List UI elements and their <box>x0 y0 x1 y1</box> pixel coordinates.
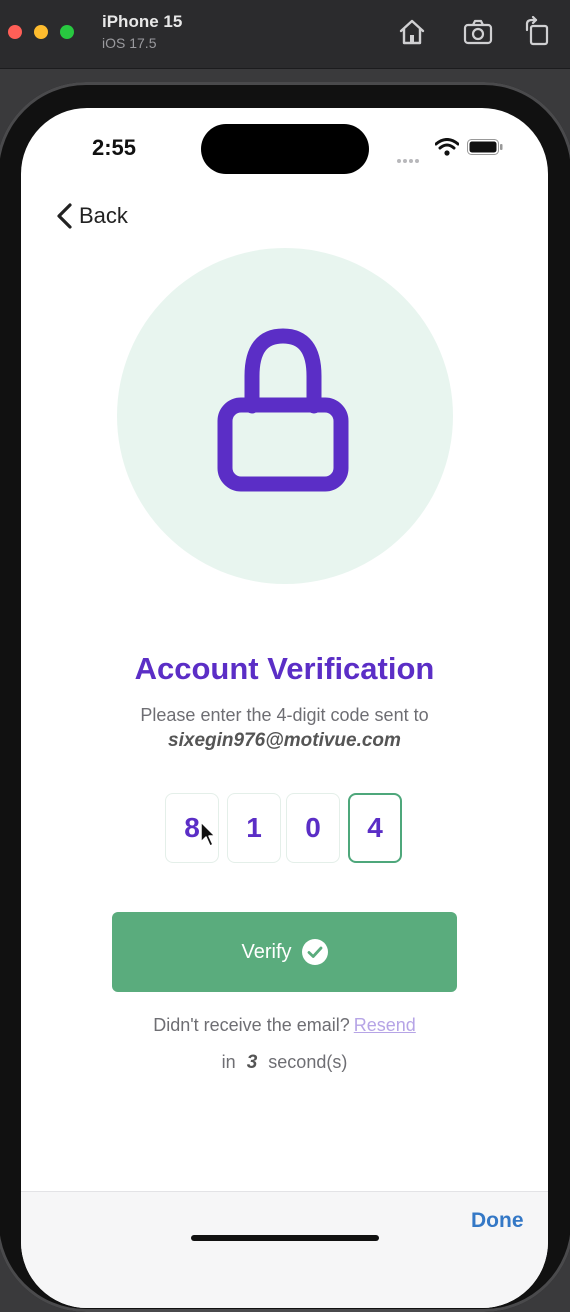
instruction-text: Please enter the 4-digit code sent to <box>140 705 429 725</box>
minimize-window-button[interactable] <box>34 25 48 39</box>
status-time: 2:55 <box>92 135 137 160</box>
checkmark-circle-icon <box>301 939 328 965</box>
countdown-prefix: in <box>221 1052 236 1072</box>
recipient-email: sixegin976@motivue.com <box>168 730 401 751</box>
battery-icon <box>467 139 503 155</box>
zoom-window-button[interactable] <box>60 25 74 39</box>
cellular-signal-icon <box>397 150 421 168</box>
rotate-icon[interactable] <box>522 16 554 48</box>
verify-label: Verify <box>241 940 292 963</box>
screenshot-icon[interactable] <box>462 16 494 48</box>
device-name: iPhone 15 <box>102 12 183 31</box>
back-label: Back <box>79 203 128 228</box>
home-icon[interactable] <box>396 16 428 48</box>
verify-button[interactable]: Verify <box>112 912 457 992</box>
phone-screen: 2:55 Back Account Verification Please en… <box>21 108 548 1308</box>
countdown-value: 3 <box>246 1052 258 1073</box>
mouse-pointer-icon <box>200 821 216 847</box>
back-button[interactable]: Back <box>55 202 128 230</box>
code-digit-input-4[interactable]: 4 <box>348 793 402 863</box>
resend-row: Didn't receive the email? Resend <box>21 1015 548 1036</box>
resend-countdown: in 3 second(s) <box>21 1052 548 1074</box>
dynamic-island <box>201 124 369 174</box>
done-button[interactable]: Done <box>471 1209 524 1233</box>
simulator-title-bar: iPhone 15 iOS 17.5 <box>0 0 570 69</box>
resend-prompt: Didn't receive the email? <box>153 1015 350 1035</box>
chevron-left-icon <box>57 203 72 229</box>
countdown-suffix: second(s) <box>268 1052 348 1072</box>
resend-link[interactable]: Resend <box>354 1015 416 1035</box>
code-digit-input-2[interactable]: 1 <box>227 793 281 863</box>
page-title: Account Verification <box>134 651 435 686</box>
close-window-button[interactable] <box>8 25 22 39</box>
os-version: iOS 17.5 <box>102 35 157 51</box>
keyboard-accessory-bar <box>21 1191 548 1308</box>
wifi-icon <box>435 138 459 156</box>
code-digit-input-3[interactable]: 0 <box>286 793 340 863</box>
lock-icon <box>217 328 349 492</box>
home-indicator <box>191 1235 379 1241</box>
